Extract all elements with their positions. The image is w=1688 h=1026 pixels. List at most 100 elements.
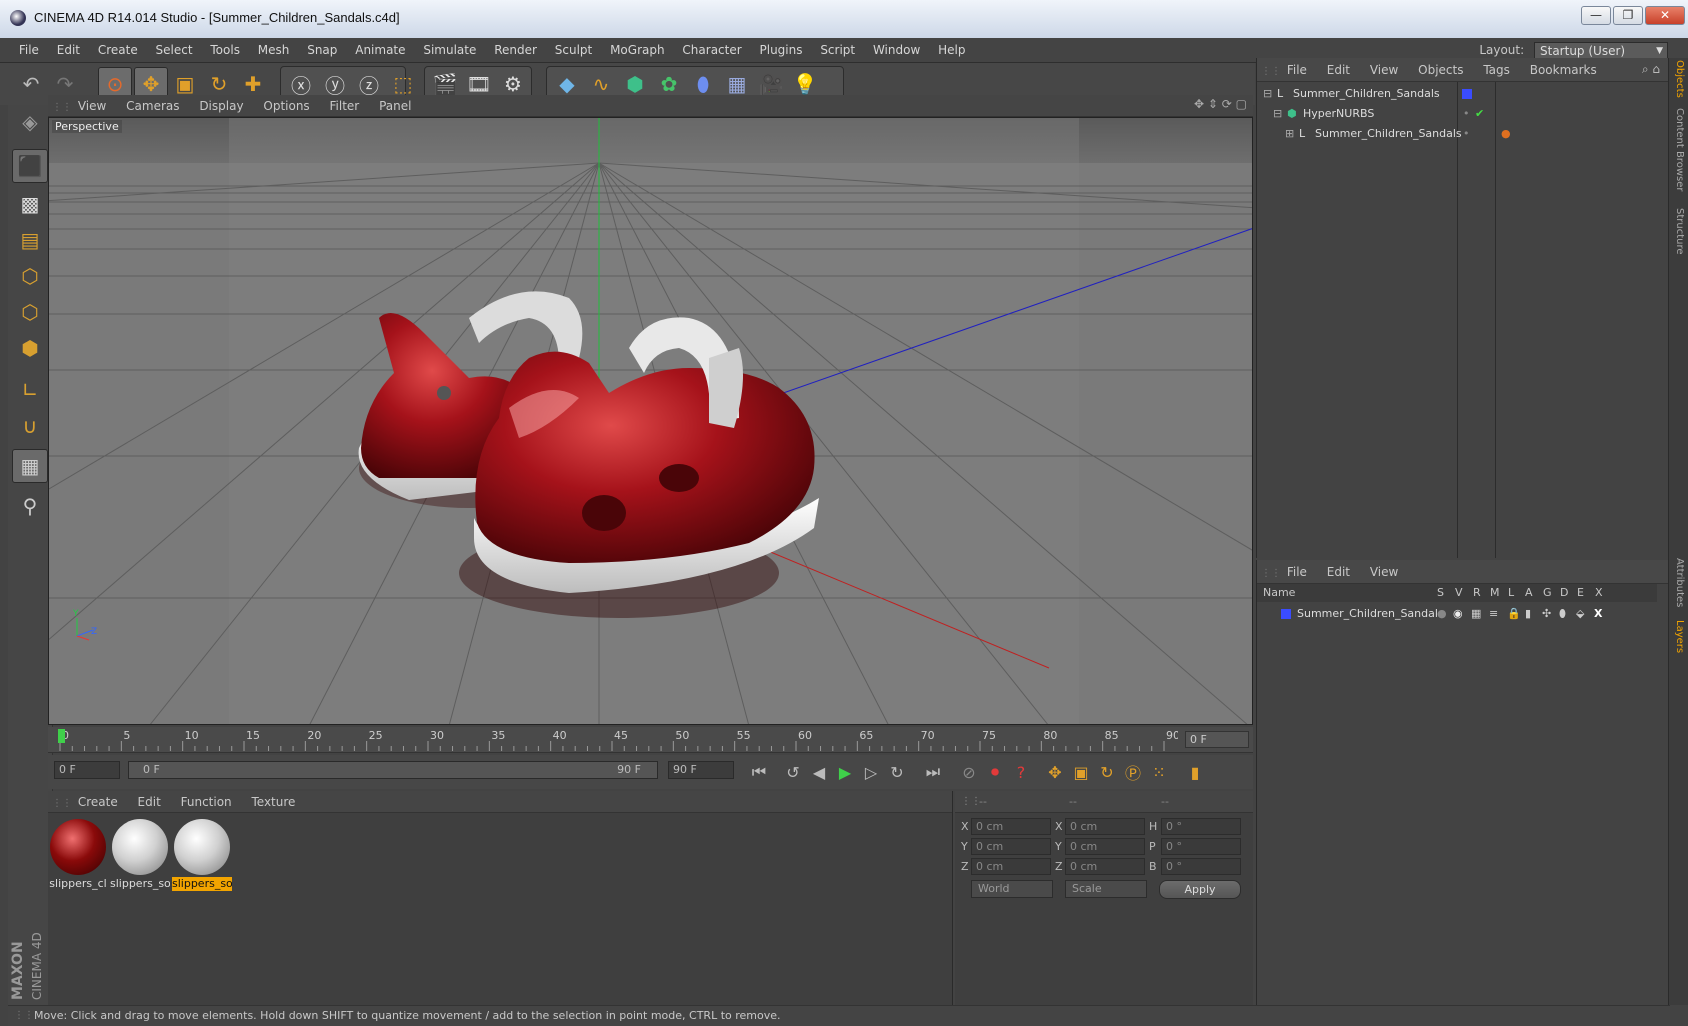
viewport-menu-filter[interactable]: Filter (322, 95, 368, 117)
menu-create[interactable]: Create (91, 38, 145, 63)
layer-menu-view[interactable]: View (1362, 560, 1406, 584)
menu-render[interactable]: Render (487, 38, 544, 63)
menu-help[interactable]: Help (931, 38, 972, 63)
workplane-icon[interactable]: ▤ (12, 223, 48, 257)
material-swatch[interactable]: slippers_cl (48, 817, 108, 893)
go-to-end-icon[interactable]: ⏭ (920, 759, 946, 785)
material-swatch-selected[interactable]: slippers_so (172, 817, 232, 893)
menu-mograph[interactable]: MoGraph (603, 38, 672, 63)
visible-toggle-icon[interactable]: ◉ (1453, 604, 1463, 624)
menu-edit[interactable]: Edit (50, 38, 87, 63)
material-menu-texture[interactable]: Texture (243, 791, 303, 813)
key-pla-icon[interactable]: ⁙ (1146, 759, 1172, 785)
magnet-icon[interactable]: ∪ (12, 409, 48, 443)
tab-structure[interactable]: Structure (1671, 208, 1687, 255)
deformers-toggle-icon[interactable]: ⬮ (1559, 604, 1566, 624)
layer-menu-file[interactable]: File (1279, 560, 1315, 584)
apply-button[interactable]: Apply (1159, 880, 1241, 899)
go-to-start-icon[interactable]: ⏮ (746, 759, 772, 785)
timeline-window-icon[interactable]: ▮ (1182, 759, 1208, 785)
menu-animate[interactable]: Animate (348, 38, 412, 63)
menu-script[interactable]: Script (813, 38, 862, 63)
rotation-h-field[interactable]: 0 ° (1161, 818, 1241, 835)
minimize-button[interactable]: — (1581, 6, 1611, 25)
close-button[interactable]: ✕ (1645, 6, 1685, 25)
tab-objects[interactable]: Objects (1671, 60, 1687, 98)
key-position-icon[interactable]: ✥ (1042, 759, 1068, 785)
position-z-field[interactable]: 0 cm (971, 858, 1051, 875)
locked-workplane-icon[interactable]: ▦ (12, 449, 48, 483)
menu-mesh[interactable]: Mesh (251, 38, 297, 63)
menu-character[interactable]: Character (675, 38, 748, 63)
position-y-field[interactable]: 0 cm (971, 838, 1051, 855)
previous-key-icon[interactable]: ↺ (780, 759, 806, 785)
undo-icon[interactable]: ↶ (14, 67, 48, 101)
texture-mode-icon[interactable]: ▩ (12, 187, 48, 221)
play-icon[interactable]: ▶ (832, 759, 858, 785)
search-icon[interactable]: ⌕ ⌂ (1642, 62, 1660, 77)
viewport-nav-icons[interactable]: ✥ ⇕ ⟳ ▢ (1194, 97, 1247, 111)
generators-toggle-icon[interactable]: ✣ (1542, 604, 1551, 624)
size-mode-dropdown[interactable]: Scale (1065, 880, 1147, 898)
keyframe-selection-icon[interactable]: ? (1008, 759, 1034, 785)
tree-expand-icon[interactable]: ⊟ (1263, 84, 1272, 104)
size-x-field[interactable]: 0 cm (1065, 818, 1145, 835)
frame-range-slider[interactable]: 0 F 90 F (128, 761, 658, 779)
playhead-marker[interactable] (58, 729, 65, 743)
end-frame-field[interactable]: 90 F (668, 761, 734, 779)
tree-expand-icon[interactable]: ⊟ (1273, 104, 1282, 124)
polygons-mode-icon[interactable]: ⬢ (12, 331, 48, 365)
start-frame-field[interactable]: 0 F (54, 761, 120, 779)
record-keys-icon[interactable]: ⊘ (956, 759, 982, 785)
position-x-field[interactable]: 0 cm (971, 818, 1051, 835)
size-y-field[interactable]: 0 cm (1065, 838, 1145, 855)
tree-expand-icon[interactable]: ⊞ (1285, 124, 1294, 144)
solo-toggle-icon[interactable]: ● (1437, 604, 1447, 624)
viewport-menu-display[interactable]: Display (191, 95, 251, 117)
tab-attributes[interactable]: Attributes (1671, 558, 1687, 607)
points-mode-icon[interactable]: ⬡ (12, 259, 48, 293)
edges-mode-icon[interactable]: ⬡ (12, 295, 48, 329)
menu-snap[interactable]: Snap (300, 38, 344, 63)
viewport-menu-cameras[interactable]: Cameras (118, 95, 187, 117)
visibility-dots-icon[interactable]: • (1463, 104, 1470, 124)
key-rotation-icon[interactable]: ↻ (1094, 759, 1120, 785)
menu-simulate[interactable]: Simulate (416, 38, 483, 63)
xref-toggle-icon[interactable]: X (1594, 604, 1602, 624)
menu-sculpt[interactable]: Sculpt (548, 38, 599, 63)
lock-toggle-icon[interactable]: 🔒 (1507, 604, 1521, 624)
material-menu-edit[interactable]: Edit (130, 791, 169, 813)
tab-content-browser[interactable]: Content Browser (1671, 108, 1687, 191)
object-row[interactable]: ⊟ ⬢ HyperNURBS • ✔ (1257, 104, 1669, 124)
menu-tools[interactable]: Tools (203, 38, 247, 63)
rotation-b-field[interactable]: 0 ° (1161, 858, 1241, 875)
size-z-field[interactable]: 0 cm (1065, 858, 1145, 875)
manager-toggle-icon[interactable]: ≡ (1489, 604, 1498, 624)
model-mode-icon[interactable]: ⬛ (12, 149, 48, 183)
object-menu-file[interactable]: File (1279, 58, 1315, 82)
menu-window[interactable]: Window (866, 38, 927, 63)
tab-layers[interactable]: Layers (1671, 620, 1687, 653)
timeline-ruler[interactable]: 0 5 10 15 20 25 30 35 40 45 50 55 60 65 70 75 80 85 90 0 F (48, 727, 1253, 753)
layer-color-swatch[interactable] (1281, 609, 1291, 619)
layer-menu-edit[interactable]: Edit (1319, 560, 1358, 584)
rotation-p-field[interactable]: 0 ° (1161, 838, 1241, 855)
restore-button[interactable]: ❐ (1613, 6, 1643, 25)
viewport-menu-panel[interactable]: Panel (371, 95, 419, 117)
animation-toggle-icon[interactable]: ▮ (1525, 604, 1531, 624)
object-menu-view[interactable]: View (1362, 58, 1406, 82)
snap-icon[interactable]: ⚲ (12, 489, 48, 523)
coordinate-mode-dropdown[interactable]: World (971, 880, 1053, 898)
next-key-icon[interactable]: ↻ (884, 759, 910, 785)
key-scale-icon[interactable]: ▣ (1068, 759, 1094, 785)
object-menu-edit[interactable]: Edit (1319, 58, 1358, 82)
autokey-icon[interactable]: ⏺ (982, 759, 1008, 785)
previous-frame-icon[interactable]: ◀ (806, 759, 832, 785)
axis-mode-icon[interactable]: ∟ (12, 373, 48, 407)
material-tag-icon[interactable]: ● (1501, 124, 1511, 144)
material-swatch[interactable]: slippers_so (110, 817, 170, 893)
current-frame-field[interactable]: 0 F (1185, 731, 1249, 748)
expressions-toggle-icon[interactable]: ⬙ (1576, 604, 1584, 624)
material-menu-create[interactable]: Create (70, 791, 126, 813)
menu-plugins[interactable]: Plugins (753, 38, 810, 63)
